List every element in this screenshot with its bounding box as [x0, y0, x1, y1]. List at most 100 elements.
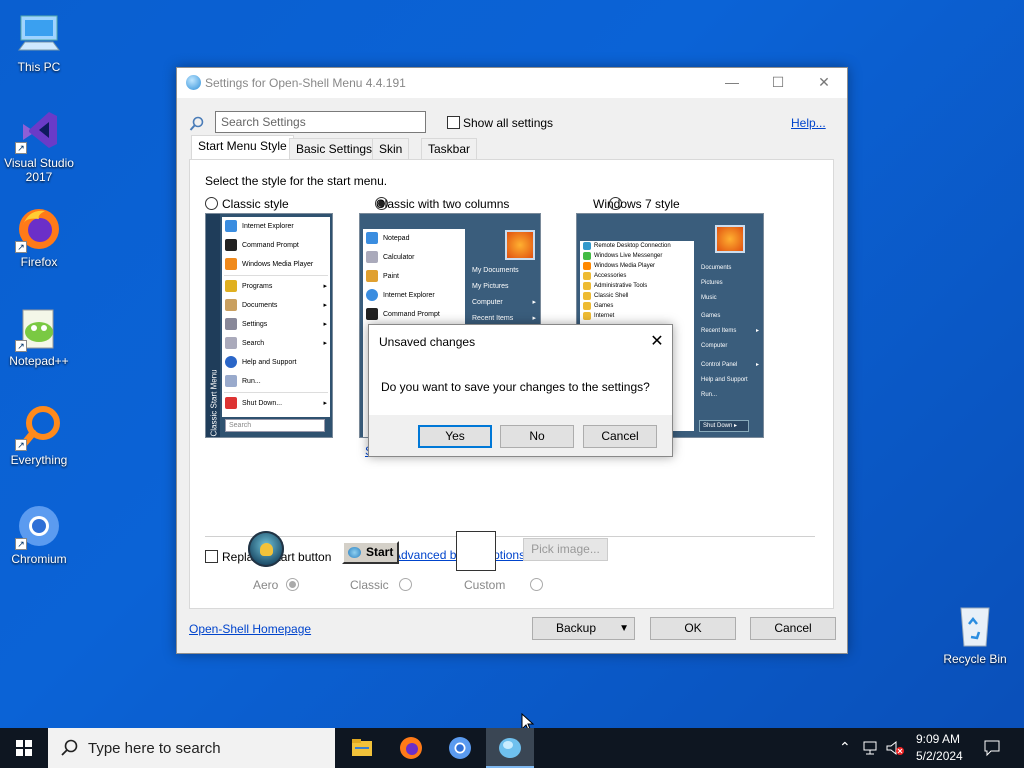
menu-item: Music	[701, 295, 717, 301]
desktop-icon-label: Recycle Bin	[943, 652, 1007, 666]
menu-item: Notepad	[363, 229, 465, 248]
dialog-no-button[interactable]: No	[500, 425, 574, 448]
menu-item: Administrative Tools	[580, 281, 694, 291]
classic-start-button-preview: Start	[342, 541, 399, 564]
open-shell-icon	[499, 738, 521, 758]
desktop-icon-visual-studio[interactable]: ↗ Visual Studio 2017	[0, 106, 79, 184]
window-title: Settings for Open-Shell Menu 4.4.191	[205, 76, 406, 90]
desktop-icon-label: Notepad++	[9, 354, 69, 368]
shortcut-arrow-icon: ↗	[15, 340, 27, 352]
cancel-button[interactable]: Cancel	[750, 617, 836, 640]
flower-image	[505, 230, 535, 260]
aero-label: Aero	[253, 578, 279, 592]
search-settings-placeholder: Search Settings	[221, 115, 306, 129]
menu-item: Games	[580, 301, 694, 311]
windows7-style-label: Windows 7 style	[593, 197, 680, 211]
close-button[interactable]: ✕	[801, 68, 847, 98]
desktop-icon-firefox[interactable]: ↗ Firefox	[0, 205, 79, 269]
menu-item: Computer	[701, 343, 728, 349]
windows-logo-icon	[16, 740, 32, 756]
menu-item: Shut Down... ▸	[222, 394, 330, 413]
minimize-button[interactable]: —	[709, 68, 755, 98]
desktop-icon-label: Everything	[10, 453, 68, 467]
menu-item: My Pictures	[472, 283, 509, 290]
select-style-label: Select the style for the start menu.	[205, 174, 388, 188]
classic-start-label: Start	[366, 545, 394, 559]
classic-menu-items: Internet Explorer Command Prompt Windows…	[222, 217, 330, 417]
menu-item: Windows Media Player	[580, 261, 694, 271]
aero-shell-icon	[260, 543, 273, 556]
custom-button-radio[interactable]	[529, 578, 543, 591]
dialog-button-bar: Yes No Cancel	[369, 415, 672, 456]
maximize-button[interactable]: ☐	[755, 68, 801, 98]
open-shell-icon	[186, 75, 201, 90]
clock-time[interactable]: 9:09 AM	[916, 732, 960, 746]
desktop-icon-label: Visual Studio 2017	[4, 156, 74, 184]
dialog-yes-button[interactable]: Yes	[418, 425, 492, 448]
open-shell-homepage-link[interactable]: Open-Shell Homepage	[189, 622, 311, 636]
classic-style-radio[interactable]	[205, 197, 218, 210]
show-all-settings-label: Show all settings	[463, 116, 554, 130]
chromium-icon	[449, 737, 471, 759]
menu-item: Command Prompt	[363, 305, 465, 324]
taskbar-file-explorer[interactable]	[338, 728, 386, 768]
desktop-icon-everything[interactable]: ↗ Everything	[0, 403, 79, 467]
window-titlebar[interactable]: Settings for Open-Shell Menu 4.4.191 — ☐…	[177, 68, 847, 98]
tab-taskbar[interactable]: Taskbar	[421, 138, 478, 160]
backup-button[interactable]: Backup ▼	[532, 617, 635, 640]
volume-muted-icon[interactable]	[885, 739, 905, 757]
file-explorer-icon	[352, 739, 372, 756]
start-button[interactable]	[0, 728, 48, 768]
menu-item: Calculator	[363, 248, 465, 267]
show-all-settings-checkbox[interactable]	[447, 116, 460, 129]
network-icon[interactable]	[862, 739, 880, 757]
cancel-label: Cancel	[774, 621, 812, 635]
tab-start-menu-style[interactable]: Start Menu Style	[191, 135, 294, 161]
classic-search-box: Search	[225, 419, 325, 432]
desktop-icon-chromium[interactable]: ↗ Chromium	[0, 502, 79, 566]
dialog-cancel-label: Cancel	[601, 429, 639, 443]
menu-item: Accessories	[580, 271, 694, 281]
desktop-icon-recycle-bin[interactable]: Recycle Bin	[935, 602, 1015, 666]
win7-shutdown-button: Shut Down ▸	[699, 420, 749, 432]
search-icon	[189, 116, 205, 132]
ok-button[interactable]: OK	[650, 617, 736, 640]
menu-item: Help and Support	[701, 377, 748, 383]
aero-radio[interactable]	[286, 578, 300, 591]
menu-item: Run...	[701, 392, 718, 398]
dialog-cancel-button[interactable]: Cancel	[583, 425, 657, 448]
firefox-icon: ↗	[15, 205, 63, 253]
desktop-icon-notepad-plus-plus[interactable]: ↗ Notepad++	[0, 304, 79, 368]
clock-date[interactable]: 5/2/2024	[916, 749, 963, 763]
notifications-icon[interactable]	[983, 739, 1001, 757]
menu-item: Control Panel ▸	[701, 362, 759, 368]
dialog-message: Do you want to save your changes to the …	[381, 380, 650, 394]
dropdown-arrow-icon: ▼	[619, 623, 629, 634]
classic-button-radio[interactable]	[399, 578, 413, 591]
classic-sidebar: Classic Start Menu	[206, 214, 220, 437]
search-settings-input[interactable]: Search Settings	[215, 111, 426, 133]
taskbar-open-shell-settings[interactable]	[486, 728, 534, 768]
menu-item: Programs ▸	[222, 277, 330, 296]
pick-image-button[interactable]: Pick image...	[523, 538, 608, 561]
menu-item: Paint	[363, 267, 465, 286]
classic-style-preview[interactable]: Classic Start Menu Internet Explorer Com…	[205, 213, 333, 438]
classic-button-label: Classic	[350, 578, 389, 592]
taskbar-search-box[interactable]: Type here to search	[48, 728, 335, 768]
this-pc-icon	[15, 10, 63, 58]
dialog-close-button[interactable]: ✕	[645, 331, 669, 351]
help-link[interactable]: Help...	[791, 116, 826, 130]
tab-label: Start Menu Style	[198, 139, 287, 153]
taskbar-firefox[interactable]	[387, 728, 435, 768]
shell-icon	[348, 547, 361, 558]
tab-basic-settings[interactable]: Basic Settings	[289, 138, 380, 160]
replace-start-button-checkbox[interactable]	[205, 550, 218, 563]
menu-item: Recent Items ▸	[701, 328, 759, 334]
tab-skin[interactable]: Skin	[372, 138, 410, 160]
shortcut-arrow-icon: ↗	[15, 439, 27, 451]
menu-item: Help and Support	[222, 353, 330, 372]
show-hidden-icons-chevron-icon[interactable]: ⌃	[839, 739, 851, 756]
desktop-icon-this-pc[interactable]: This PC	[0, 10, 79, 74]
desktop-icon-label: Firefox	[20, 255, 58, 269]
taskbar-chromium[interactable]	[436, 728, 484, 768]
